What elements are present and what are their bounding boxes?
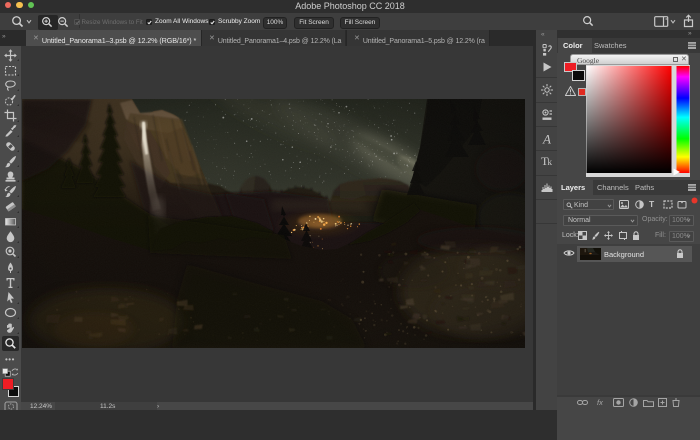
svg-text:A: A — [542, 132, 551, 146]
svg-text:k: k — [547, 157, 552, 167]
